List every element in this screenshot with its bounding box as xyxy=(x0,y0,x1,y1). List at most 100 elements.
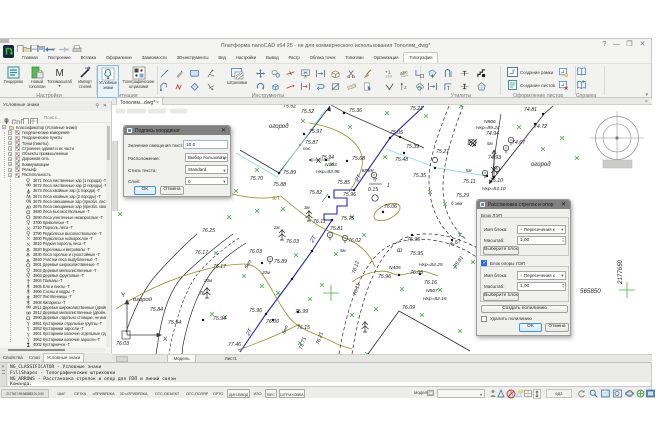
book-icon[interactable] xyxy=(577,63,586,72)
drawing-tab[interactable]: Тополям...dwg* × xyxy=(116,97,163,105)
panel-close-icon[interactable]: ✕ xyxy=(103,103,107,109)
pin-icon[interactable]: ⚲ xyxy=(95,103,99,109)
plus123-icon[interactable]: +1123 xyxy=(385,65,394,74)
status-toggle-ШАГ[interactable]: ШАГ xyxy=(54,389,69,398)
ribbon-tab-Главная[interactable]: Главная xyxy=(17,52,43,63)
ribbon-button-Создание рамки[interactable]: Создание рамки xyxy=(507,64,553,75)
screen-icon[interactable] xyxy=(301,65,310,74)
ribbon-tab-3D-инструменты[interactable]: 3D-инструменты xyxy=(172,52,214,63)
status-annolight-icon[interactable] xyxy=(515,389,524,399)
delete-polyline-checkbox[interactable] xyxy=(481,316,487,322)
ribbon-tab-Вывод[interactable]: Вывод xyxy=(261,52,284,63)
ribbon-tab-Организация[interactable]: Организация xyxy=(368,52,403,63)
dialog-title-bar[interactable]: Расстановка стрелок и опор ✕ xyxy=(477,200,570,209)
ribbon-button-Топографические-штриховки[interactable]: Топографическиештриховки xyxy=(120,65,157,98)
gapb-icon[interactable] xyxy=(428,78,437,87)
viewport-icon[interactable] xyxy=(427,389,435,397)
status-toggle-ШТРИХОВКА[interactable]: ШТРИХОВКА xyxy=(279,389,305,398)
close-button[interactable]: ✕ xyxy=(636,40,649,50)
tcorner-icon[interactable]: T xyxy=(444,78,453,87)
block-name-combo-1[interactable]: + Пересечения к▾ xyxy=(517,225,566,235)
status-toggle-ВЕС[interactable]: ВЕС xyxy=(265,389,277,398)
tree-expand-icon[interactable]: + xyxy=(8,162,12,166)
status-toggle-оПРИВЯЗКА[interactable]: оПРИВЯЗКА xyxy=(91,389,116,398)
tbar-icon[interactable] xyxy=(460,65,469,74)
tree-expand-icon[interactable]: + xyxy=(8,141,12,145)
dialog-title-bar[interactable]: Подпись координат ✕ xyxy=(124,126,230,135)
status-toggle-ОТС-ОБЪЕКТ[interactable]: ОТС-ОБЪЕКТ xyxy=(151,389,183,398)
layer-combo[interactable]: 0▾ xyxy=(185,177,228,186)
command-line-window[interactable]: × NG_CLASSIFICATOR - Условные знакиFillS… xyxy=(0,362,651,386)
cube-icon[interactable] xyxy=(271,78,280,87)
redx-icon[interactable] xyxy=(286,65,295,74)
loop-icon[interactable] xyxy=(316,78,325,87)
boxs-icon[interactable] xyxy=(331,78,340,87)
ruler-icon[interactable] xyxy=(347,78,356,87)
status-toggle-ОРТО[interactable]: ОРТО xyxy=(211,389,225,398)
ribbon-tab-Растр[interactable]: Растр xyxy=(284,52,305,63)
restore-button[interactable]: ❐ xyxy=(623,40,636,50)
text-offset-input[interactable]: 10.0 xyxy=(183,140,228,149)
tree-vertical-scrollbar[interactable] xyxy=(106,124,110,347)
search-input[interactable]: Поиск... xyxy=(44,115,61,120)
text-style-combo[interactable]: Standard▾ xyxy=(185,165,228,174)
vcheck-icon[interactable] xyxy=(385,78,394,87)
pan-icon[interactable] xyxy=(636,389,645,399)
scale-spinner-2[interactable]: 1,00 ▴▾ xyxy=(517,282,566,292)
ok-button[interactable]: OK xyxy=(134,186,156,195)
framebulb-icon[interactable] xyxy=(559,64,568,73)
create-polyline-button[interactable]: Создать полилинию xyxy=(481,305,568,314)
framex-icon[interactable] xyxy=(559,77,568,86)
status-toggle-ДИН-ВВОД[interactable]: ДИН-ВВОД xyxy=(227,389,250,398)
bookg-icon[interactable] xyxy=(577,76,586,85)
status-updown-icon[interactable] xyxy=(533,389,541,400)
tree-expand-icon[interactable]: + xyxy=(8,152,12,156)
pent-icon[interactable] xyxy=(477,78,486,87)
panel-tab-Свойства[interactable]: Свойства xyxy=(0,353,26,362)
diamond-icon[interactable] xyxy=(190,78,199,87)
status-annoblue-icon[interactable] xyxy=(497,389,506,399)
zoom-icon[interactable] xyxy=(589,389,598,399)
ribbon-button-Условные-знаки[interactable]: Условныезнаки xyxy=(97,65,119,98)
tab-bar-close-icon[interactable]: × xyxy=(645,99,648,105)
ribbon-tab-Топография[interactable]: Топография xyxy=(403,52,438,63)
ribbon-button-Геодерево[interactable]: Геодерево xyxy=(2,65,25,98)
cancel-button[interactable]: Отмена xyxy=(160,186,184,195)
panel-tab-Слои[interactable]: Слои xyxy=(26,353,43,362)
boxo-icon[interactable] xyxy=(331,65,340,74)
tree-horizontal-scrollbar[interactable] xyxy=(0,348,106,352)
gap-icon[interactable] xyxy=(301,78,310,87)
ribbon-tab-Вид[interactable]: Вид xyxy=(213,52,231,63)
rotate-icon[interactable] xyxy=(256,78,265,87)
ribbon-button-Новый-топоплан[interactable]: Новыйтопоплан xyxy=(27,65,47,98)
tree-expand-icon[interactable]: + xyxy=(8,136,12,140)
status-toggle-ИЗО[interactable]: ИЗО xyxy=(252,389,263,398)
ribbon-tab-Оформление[interactable]: Оформление xyxy=(101,52,137,63)
tbar2-icon[interactable] xyxy=(460,78,469,87)
units-indicator[interactable]: ед1 xyxy=(546,389,572,398)
scale-spinner-1[interactable]: 1,00 ▴▾ xyxy=(517,236,566,246)
pick-block-button-2[interactable]: Выберите блок xyxy=(483,292,519,301)
pencil-icon[interactable] xyxy=(175,65,184,74)
minimize-button[interactable]: — xyxy=(610,40,623,50)
abc-icon[interactable]: abc xyxy=(400,65,409,74)
pline-icon[interactable] xyxy=(160,78,169,87)
ribbon-button-Создание листов[interactable]: Создание листов xyxy=(507,77,555,88)
ribbon-button-Топомасштаб[interactable]: MТопомасштаб▾ xyxy=(46,65,73,98)
angle-icon[interactable] xyxy=(207,65,216,74)
collapsed-palette-strip[interactable] xyxy=(112,141,118,211)
refresh-icon[interactable] xyxy=(577,389,586,399)
ribbon-tab-Построение[interactable]: Построение xyxy=(43,52,76,63)
redarr-icon[interactable] xyxy=(286,78,295,87)
status-cells-icon[interactable] xyxy=(524,389,533,399)
ribbon-tab-Зависимости[interactable]: Зависимости xyxy=(137,52,172,63)
brect-icon[interactable] xyxy=(190,65,199,74)
block-name-combo-2[interactable]: + Пересечения к▾ xyxy=(517,271,566,281)
pipe-icon[interactable] xyxy=(444,65,453,74)
ribbon-tab-Облака точек[interactable]: Облака точек xyxy=(305,52,341,63)
pick-block-button-1[interactable]: Выберите блок xyxy=(483,246,519,255)
zoomprev-icon[interactable] xyxy=(613,389,622,399)
nanocad-logo[interactable] xyxy=(3,45,14,58)
z1-icon[interactable]: z xyxy=(400,78,409,87)
ribbon-tab-Вставка[interactable]: Вставка xyxy=(76,52,101,63)
